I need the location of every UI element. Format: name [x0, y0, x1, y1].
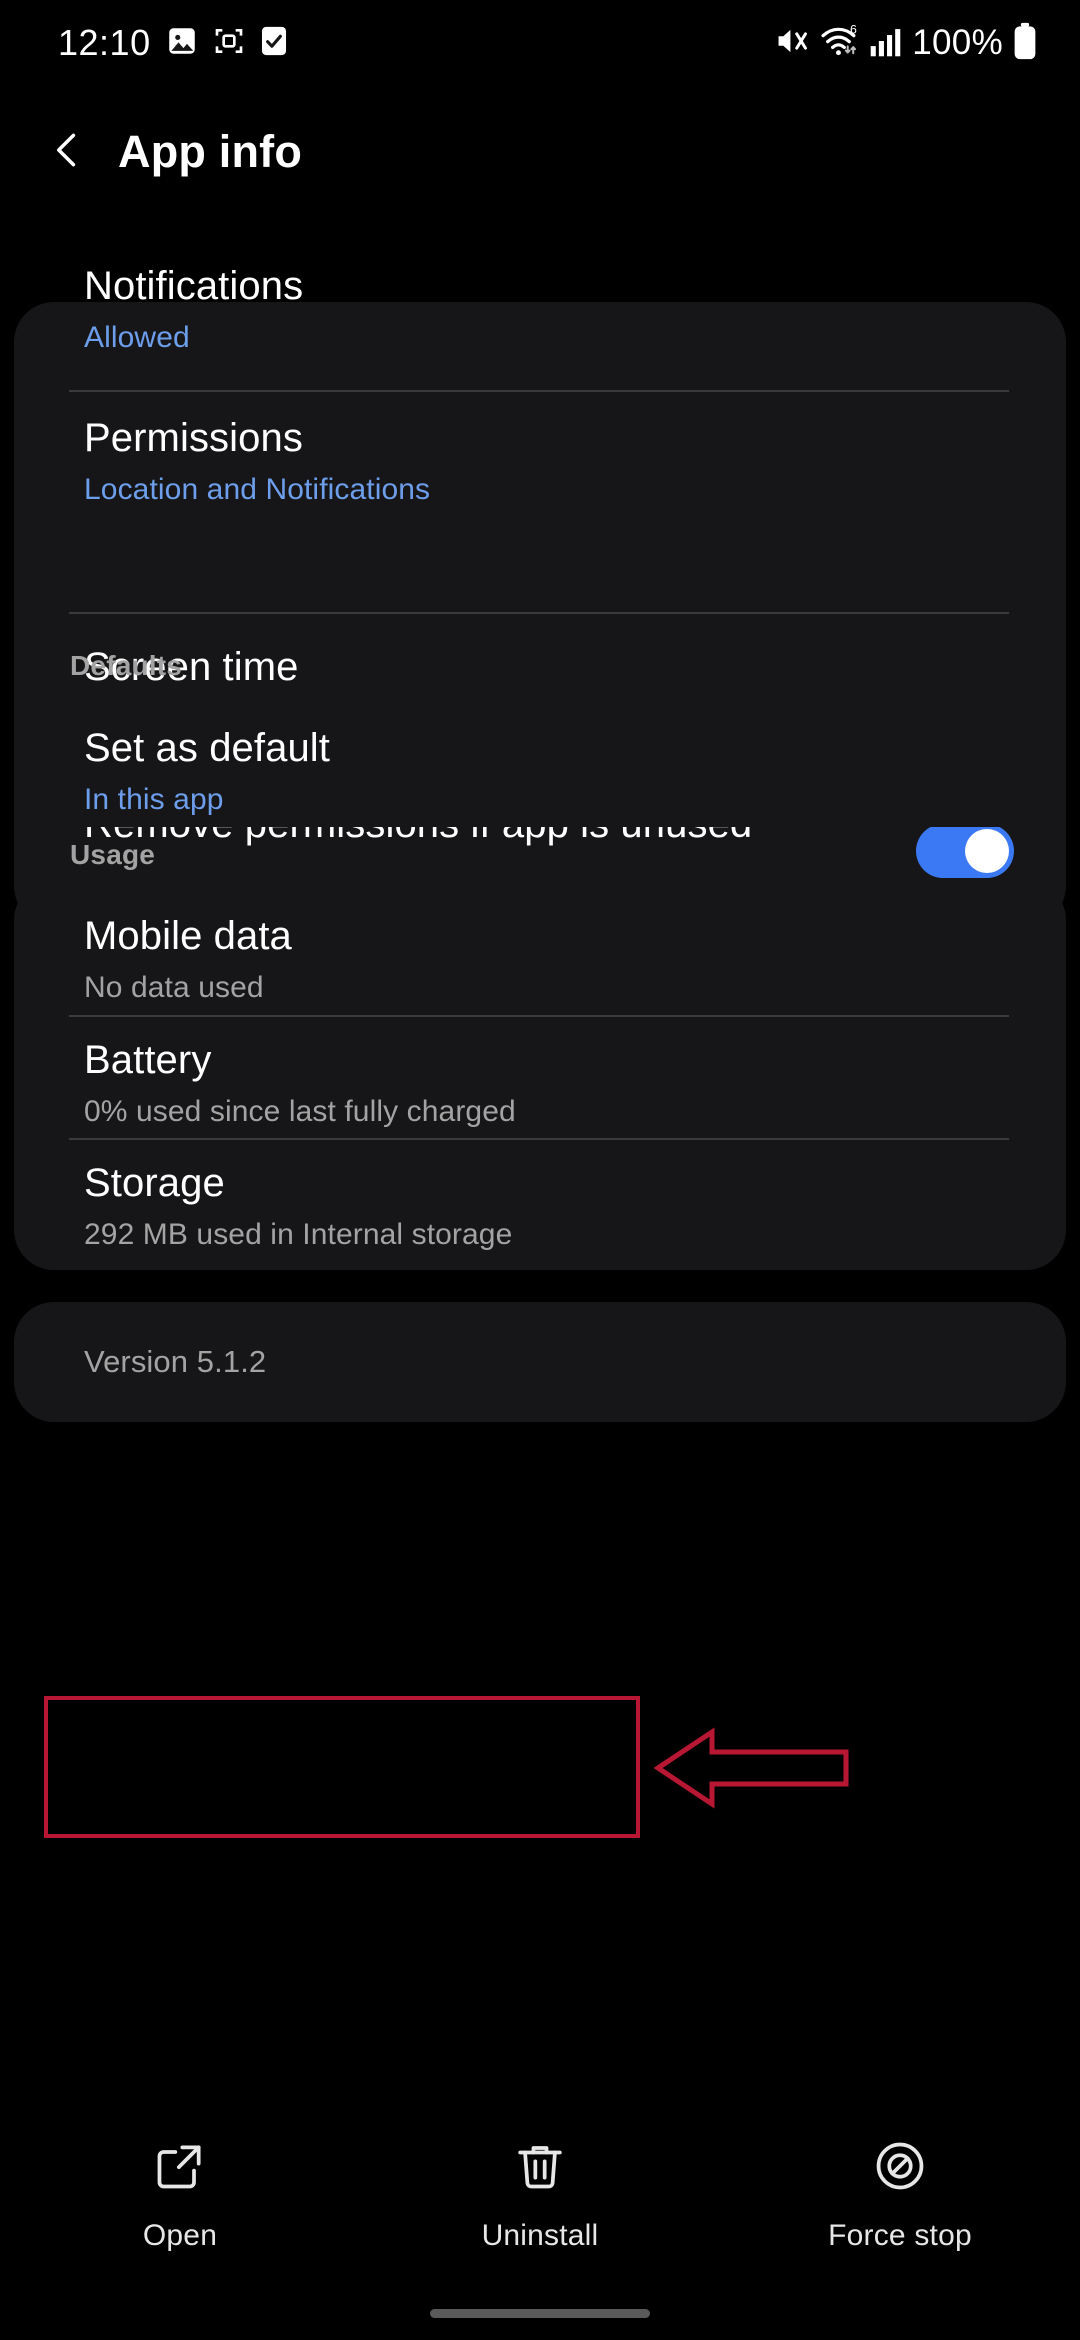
version-row: Version 5.1.2	[14, 1346, 1066, 1377]
list-divider	[69, 390, 1009, 392]
battery-full-icon	[1012, 22, 1038, 65]
list-item-subtitle: 292 MB used in Internal storage	[84, 1218, 513, 1251]
status-bar-clock: 12:10	[58, 22, 151, 63]
list-item-storage[interactable]: Storage 292 MB used in Internal storage	[14, 1163, 1066, 1250]
settings-card-version: Version 5.1.2	[14, 1302, 1066, 1422]
battery-percentage: 100%	[912, 23, 1003, 62]
status-bar-right: 6 100%	[773, 22, 1038, 65]
list-item-title: Notifications	[84, 264, 304, 308]
list-item-set-as-default[interactable]: Set as default In this app	[14, 728, 1066, 815]
list-divider	[69, 1015, 1009, 1017]
checkbox-checked-icon	[259, 24, 289, 63]
svg-text:6: 6	[850, 22, 857, 36]
cellular-signal-icon	[869, 24, 903, 63]
force-stop-button[interactable]: Force stop	[720, 2138, 1080, 2253]
app-bar: App info	[0, 104, 1080, 200]
uninstall-button[interactable]: Uninstall	[360, 2138, 720, 2253]
list-item-subtitle: In this app	[84, 783, 224, 816]
bottom-action-bar: Open Uninstall Force stop	[0, 2110, 1080, 2280]
list-item-mobile-data[interactable]: Mobile data No data used	[14, 916, 1066, 1003]
back-chevron-icon	[45, 128, 89, 177]
toggle-knob	[965, 829, 1009, 873]
list-item-title: Screen time	[84, 645, 299, 689]
list-item-notifications[interactable]: Notifications Allowed	[14, 266, 1066, 390]
remove-permissions-toggle[interactable]	[916, 824, 1014, 878]
version-text: Version 5.1.2	[84, 1344, 267, 1379]
settings-card-usage: Mobile data No data used Battery 0% used…	[14, 880, 1066, 1270]
block-circle-icon	[872, 2138, 928, 2199]
status-bar: 12:10 6 100%	[0, 0, 1080, 86]
uninstall-button-label: Uninstall	[481, 2218, 599, 2252]
list-item-permissions[interactable]: Permissions Location and Notifications	[14, 418, 1066, 548]
list-divider	[69, 612, 1009, 614]
list-item-subtitle: Location and Notifications	[84, 473, 431, 506]
settings-scroll-area[interactable]: Notifications Allowed Permissions Locati…	[0, 266, 1080, 2102]
image-icon	[165, 24, 199, 63]
open-button[interactable]: Open	[0, 2138, 360, 2253]
mute-icon	[773, 22, 811, 65]
list-item-title: Mobile data	[84, 914, 292, 958]
settings-card-general: Notifications Allowed Permissions Locati…	[14, 266, 1066, 926]
wifi-6-icon: 6	[820, 22, 860, 65]
list-item-subtitle: 0% used since last fully charged	[84, 1095, 516, 1128]
open-button-label: Open	[142, 2218, 218, 2252]
list-item-title: Set as default	[84, 726, 331, 770]
screen-capture-icon	[213, 25, 245, 62]
app-info-screen: 12:10 6 100% App info Notifications Allo…	[0, 0, 1080, 2340]
list-item-battery[interactable]: Battery 0% used since last fully charged	[14, 1040, 1066, 1127]
navigation-handle[interactable]	[430, 2309, 650, 2318]
list-item-subtitle: No data used	[84, 971, 264, 1004]
settings-card-defaults: Set as default In this app	[14, 692, 1066, 827]
back-button[interactable]	[28, 113, 106, 191]
list-item-title: Storage	[84, 1161, 225, 1205]
status-bar-left: 12:10	[58, 22, 289, 64]
list-item-subtitle: Allowed	[84, 321, 190, 354]
open-external-icon	[152, 2138, 208, 2199]
list-item-title: Permissions	[84, 416, 303, 460]
force-stop-button-label: Force stop	[828, 2218, 972, 2252]
section-header-defaults: Defaults	[70, 650, 183, 681]
list-divider	[69, 1138, 1009, 1140]
trash-icon	[512, 2138, 568, 2199]
list-item-title: Battery	[84, 1038, 212, 1082]
section-header-usage: Usage	[70, 839, 156, 870]
page-title: App info	[118, 126, 303, 177]
